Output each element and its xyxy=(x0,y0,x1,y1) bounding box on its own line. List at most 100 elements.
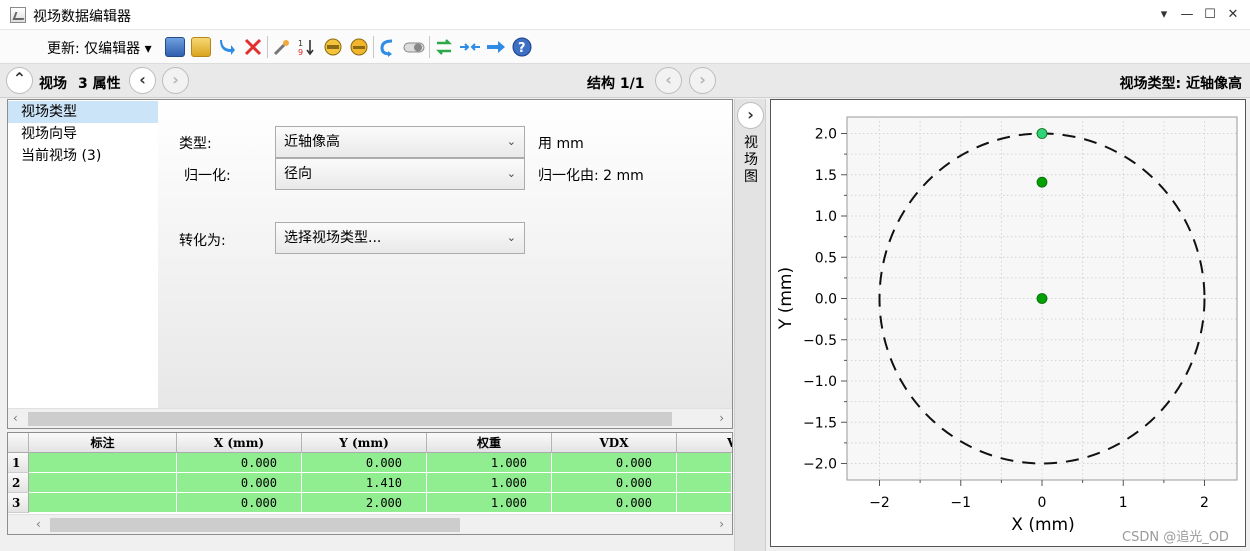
y-tick-label: 0.5 xyxy=(815,250,837,266)
cell-vdy[interactable] xyxy=(677,453,732,473)
convert-select-value: 选择视场类型... xyxy=(284,230,382,246)
minimize-button[interactable]: — xyxy=(1176,4,1198,26)
window-title: 视场数据编辑器 xyxy=(33,9,131,25)
cell-weight[interactable]: 1.000 xyxy=(427,453,552,473)
tree-item-current-fields[interactable]: 当前视场 (3) xyxy=(8,145,158,167)
prev-structure-button[interactable]: ‹ xyxy=(655,67,682,94)
undo-icon[interactable] xyxy=(378,37,398,57)
cell-label[interactable] xyxy=(29,453,177,473)
x-tick-label: 2 xyxy=(1200,495,1209,511)
property-panel: 视场类型 视场向导 当前视场 (3) 类型: 近轴像高 ⌄ 用 mm 归一化: … xyxy=(7,99,733,429)
swap-arrows-icon[interactable] xyxy=(434,37,454,57)
svg-text:9: 9 xyxy=(298,48,303,57)
lens-icon[interactable] xyxy=(323,37,343,57)
scroll-left-icon[interactable]: ‹ xyxy=(36,517,41,531)
field-type-status: 视场类型: 近轴像高 xyxy=(1119,76,1242,92)
column-header-x[interactable]: X (mm) xyxy=(177,433,302,453)
save-icon[interactable] xyxy=(165,37,185,57)
cell-x[interactable]: 0.000 xyxy=(177,493,302,513)
type-label: 类型: xyxy=(179,136,212,152)
cell-weight[interactable]: 1.000 xyxy=(427,493,552,513)
cell-vdy[interactable] xyxy=(677,493,732,513)
chevron-left-icon: ‹ xyxy=(665,70,672,89)
cell-x[interactable]: 0.000 xyxy=(177,453,302,473)
x-tick-label: 0 xyxy=(1038,495,1047,511)
table-row[interactable]: 1 0.000 0.000 1.000 0.000 xyxy=(8,453,732,473)
y-tick-label: 1.5 xyxy=(815,168,837,184)
column-header-vdy[interactable]: V xyxy=(677,433,732,453)
cell-weight[interactable]: 1.000 xyxy=(427,473,552,493)
prev-property-button[interactable]: ‹ xyxy=(129,67,156,94)
y-tick-label: −0.5 xyxy=(803,333,837,349)
horizontal-scrollbar[interactable]: ‹ › xyxy=(8,408,732,428)
convert-select[interactable]: 选择视场类型... ⌄ xyxy=(275,222,525,254)
expand-plot-button[interactable]: › xyxy=(737,102,764,129)
cell-y[interactable]: 1.410 xyxy=(302,473,427,493)
scrollbar-thumb[interactable] xyxy=(28,412,672,426)
toolbar-separator xyxy=(429,36,430,58)
help-icon[interactable]: ? xyxy=(512,37,532,57)
normalization-select-value: 径向 xyxy=(284,166,312,182)
side-tab-label[interactable]: 视场图 xyxy=(741,135,761,186)
table-row[interactable]: 2 0.000 1.410 1.000 0.000 xyxy=(8,473,732,493)
column-header-weight[interactable]: 权重 xyxy=(427,433,552,453)
next-structure-button[interactable]: › xyxy=(689,67,716,94)
scroll-right-icon[interactable]: › xyxy=(719,517,724,531)
next-arrow-icon[interactable] xyxy=(485,37,505,57)
cell-vdx[interactable]: 0.000 xyxy=(552,453,677,473)
toggle-icon[interactable] xyxy=(403,37,425,57)
lens-group-icon[interactable] xyxy=(349,37,369,57)
field-plot-side-tab: › 视场图 xyxy=(734,99,766,551)
table-row[interactable]: 3 0.000 2.000 1.000 0.000 xyxy=(8,493,732,513)
cell-label[interactable] xyxy=(29,493,177,513)
delete-icon[interactable] xyxy=(243,37,263,57)
row-number[interactable]: 3 xyxy=(8,493,29,513)
column-header-y[interactable]: Y (mm) xyxy=(302,433,427,453)
side-tab-char: 场 xyxy=(744,152,758,168)
toolbar-separator xyxy=(267,36,268,58)
grid-corner xyxy=(8,433,29,453)
next-property-button[interactable]: › xyxy=(162,67,189,94)
cell-y[interactable]: 2.000 xyxy=(302,493,427,513)
open-folder-icon[interactable] xyxy=(191,37,211,57)
window-menu-button[interactable]: ▾ xyxy=(1153,4,1175,26)
field-type-form: 类型: 近轴像高 ⌄ 用 mm 归一化: 径向 ⌄ 归一化由: 2 mm 转化为… xyxy=(158,100,732,408)
app-icon xyxy=(10,7,26,23)
update-dropdown[interactable]: 更新: 仅编辑器 ▾ xyxy=(47,38,152,58)
row-number[interactable]: 1 xyxy=(8,453,29,473)
field-data-grid: 标注 X (mm) Y (mm) 权重 VDX V 1 0.000 0.000 … xyxy=(7,432,733,535)
type-select[interactable]: 近轴像高 ⌄ xyxy=(275,126,525,158)
x-tick-label: −1 xyxy=(950,495,971,511)
column-header-label[interactable]: 标注 xyxy=(29,433,177,453)
field-point xyxy=(1036,176,1048,188)
sort-icon[interactable]: 19 xyxy=(297,37,317,57)
normalization-select[interactable]: 径向 ⌄ xyxy=(275,158,525,190)
cell-x[interactable]: 0.000 xyxy=(177,473,302,493)
grid-horizontal-scrollbar[interactable]: ‹ › xyxy=(8,514,732,534)
scrollbar-thumb[interactable] xyxy=(50,518,460,532)
row-number[interactable]: 2 xyxy=(8,473,29,493)
cell-label[interactable] xyxy=(29,473,177,493)
x-tick-label: 1 xyxy=(1119,495,1128,511)
cell-y[interactable]: 0.000 xyxy=(302,453,427,473)
collapse-up-button[interactable]: ⌃ xyxy=(6,67,33,94)
scroll-left-icon[interactable]: ‹ xyxy=(13,411,18,425)
svg-text:1: 1 xyxy=(298,39,303,48)
scroll-right-icon[interactable]: › xyxy=(719,411,724,425)
grid-header: 标注 X (mm) Y (mm) 权重 VDX V xyxy=(8,433,732,453)
column-header-vdx[interactable]: VDX xyxy=(552,433,677,453)
wizard-icon[interactable] xyxy=(272,37,292,57)
y-tick-label: 2.0 xyxy=(815,127,837,143)
tree-item-field-wizard[interactable]: 视场向导 xyxy=(8,123,158,145)
cell-vdx[interactable]: 0.000 xyxy=(552,473,677,493)
maximize-button[interactable]: ☐ xyxy=(1199,4,1221,26)
close-button[interactable]: ✕ xyxy=(1222,4,1244,26)
tree-item-field-type[interactable]: 视场类型 xyxy=(8,101,158,123)
cell-vdy[interactable] xyxy=(677,473,732,493)
cell-vdx[interactable]: 0.000 xyxy=(552,493,677,513)
insert-arrow-icon[interactable] xyxy=(217,37,237,57)
merge-arrows-icon[interactable] xyxy=(459,37,480,57)
toolbar-separator xyxy=(373,36,374,58)
x-tick-label: −2 xyxy=(869,495,890,511)
chevron-right-icon: › xyxy=(747,105,754,124)
